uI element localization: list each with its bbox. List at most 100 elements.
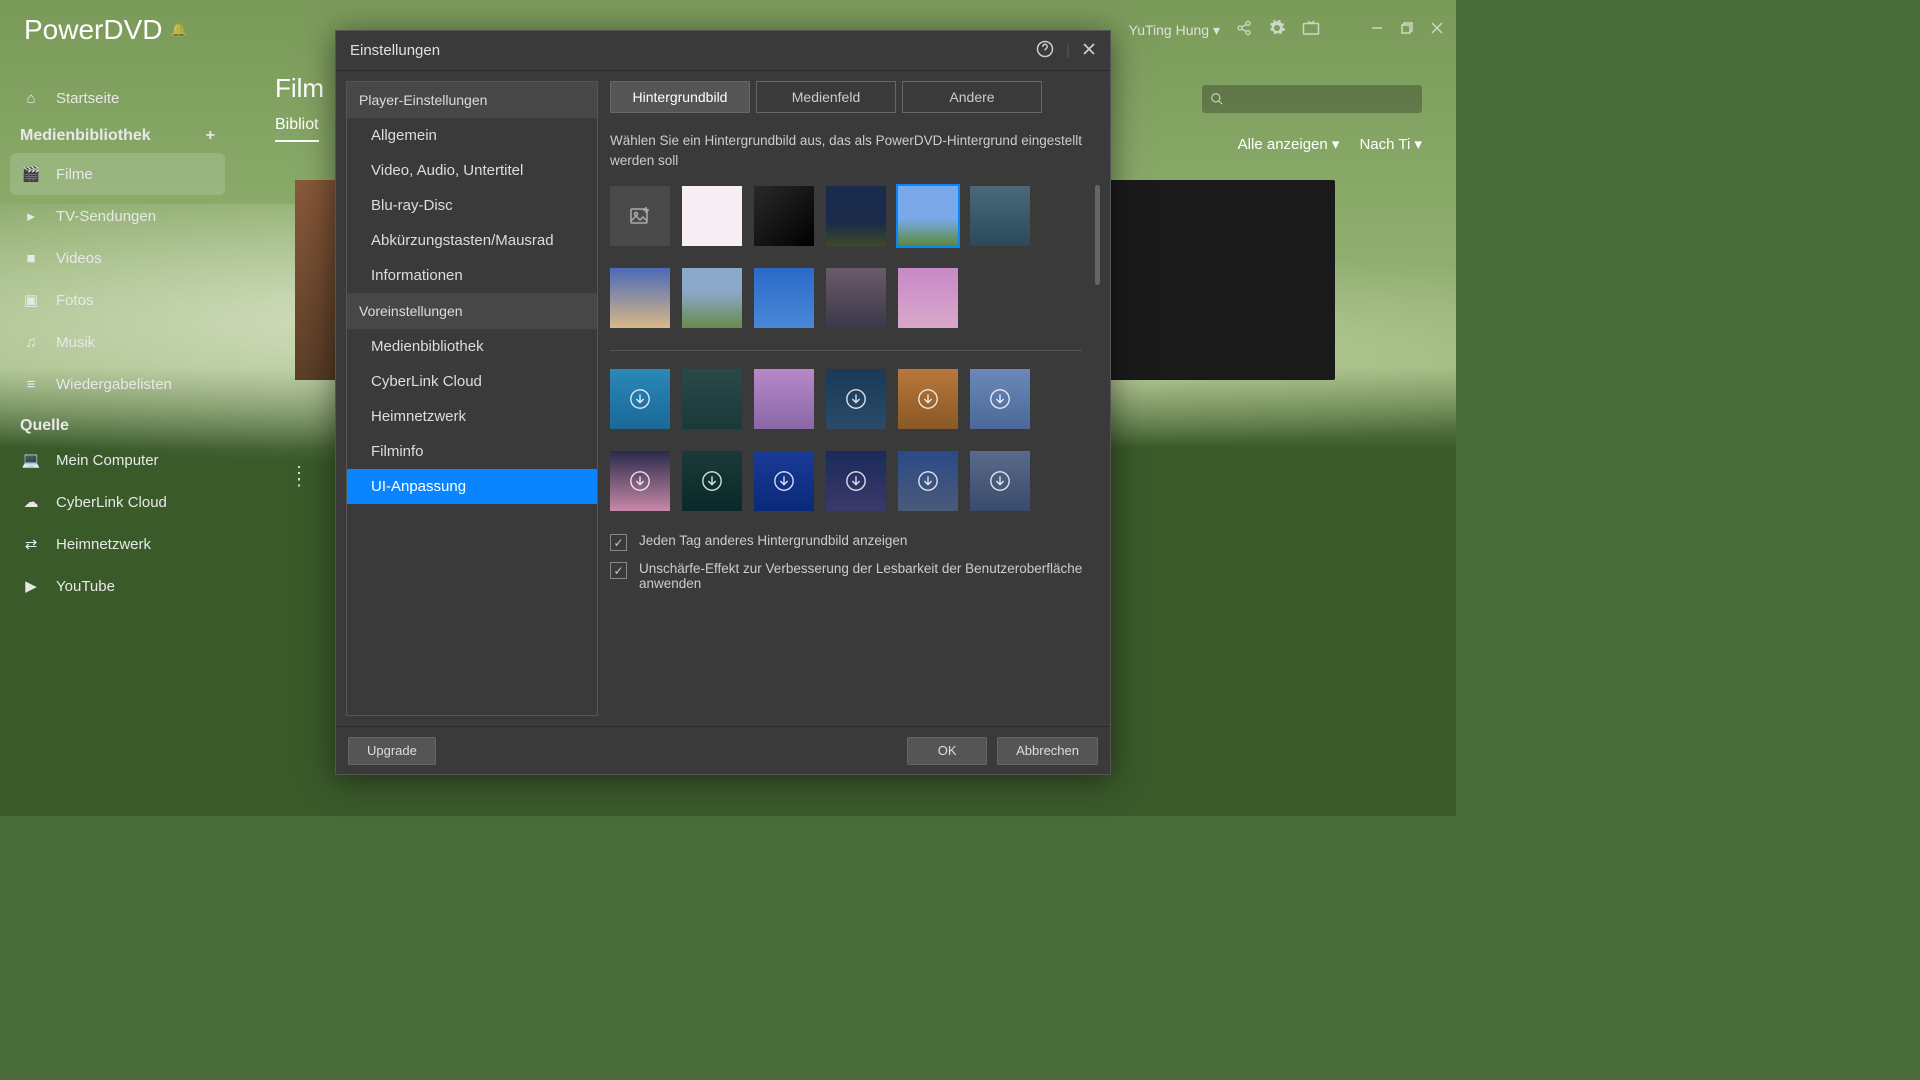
cloud-icon: ☁ [20, 491, 42, 513]
video-icon: ■ [20, 247, 42, 269]
nav-musik[interactable]: ♫Musik [0, 321, 235, 363]
tab-hintergrund[interactable]: Hintergrundbild [610, 81, 750, 113]
wallpaper-thumb[interactable] [754, 451, 814, 511]
wallpaper-row-2 [610, 268, 1084, 328]
side-ui[interactable]: UI-Anpassung [347, 469, 597, 504]
settings-sidebar: Player-Einstellungen Allgemein Video, Au… [346, 81, 598, 716]
wallpaper-desc: Wählen Sie ein Hintergrundbild aus, das … [610, 131, 1084, 170]
wallpaper-thumb[interactable] [898, 186, 958, 246]
wallpaper-row-1 [610, 186, 1084, 246]
nav-homenet[interactable]: ⇄Heimnetzwerk [0, 523, 235, 565]
minimize-icon[interactable] [1370, 21, 1384, 40]
tv-icon[interactable] [1302, 20, 1320, 41]
side-bluray[interactable]: Blu-ray-Disc [347, 188, 597, 223]
side-header-player: Player-Einstellungen [347, 82, 597, 118]
chk-blur-label: Unschärfe-Effekt zur Verbesserung der Le… [639, 561, 1084, 591]
wallpaper-thumb[interactable] [826, 369, 886, 429]
tab-library[interactable]: Bibliot [275, 116, 319, 142]
wallpaper-thumb[interactable] [898, 451, 958, 511]
tab-medienfeld[interactable]: Medienfeld [756, 81, 896, 113]
wallpaper-thumb[interactable] [970, 451, 1030, 511]
nav-filme[interactable]: 🎬Filme [10, 153, 225, 195]
cancel-button[interactable]: Abbrechen [997, 737, 1098, 765]
nav-library-header: Medienbibliothek+ [0, 119, 235, 153]
ok-button[interactable]: OK [907, 737, 987, 765]
playlist-icon: ≡ [20, 373, 42, 395]
wallpaper-thumb[interactable] [970, 369, 1030, 429]
nav-youtube[interactable]: ▶YouTube [0, 565, 235, 607]
wallpaper-thumb[interactable] [610, 369, 670, 429]
youtube-icon: ▶ [20, 575, 42, 597]
bell-icon[interactable]: 🔔 [170, 22, 186, 38]
wallpaper-thumb[interactable] [610, 268, 670, 328]
drag-handle-icon[interactable]: ⋮⋮ [290, 470, 308, 482]
nav-cloud[interactable]: ☁CyberLink Cloud [0, 481, 235, 523]
wallpaper-thumb[interactable] [682, 268, 742, 328]
wallpaper-thumb[interactable] [610, 451, 670, 511]
nav-source-header: Quelle [0, 405, 235, 439]
wallpaper-thumb[interactable] [898, 369, 958, 429]
share-icon[interactable] [1236, 20, 1252, 41]
user-menu[interactable]: YuTing Hung ▾ [1129, 22, 1220, 39]
gear-icon[interactable] [1268, 19, 1286, 42]
side-filminfo[interactable]: Filminfo [347, 434, 597, 469]
photo-icon: ▣ [20, 289, 42, 311]
side-video-audio[interactable]: Video, Audio, Untertitel [347, 153, 597, 188]
wallpaper-thumb[interactable] [682, 451, 742, 511]
side-header-prefs: Voreinstellungen [347, 293, 597, 329]
chk-daily[interactable] [610, 534, 627, 551]
wallpaper-thumb[interactable] [898, 268, 958, 328]
tv-nav-icon: ▸ [20, 205, 42, 227]
tab-andere[interactable]: Andere [902, 81, 1042, 113]
app-logo: PowerDVD [24, 14, 162, 46]
scrollbar[interactable] [1095, 185, 1100, 285]
side-shortcuts[interactable]: Abkürzungstasten/Mausrad [347, 223, 597, 258]
nav-tv[interactable]: ▸TV-Sendungen [0, 195, 235, 237]
wallpaper-thumb[interactable] [826, 186, 886, 246]
nav-playlists[interactable]: ≡Wiedergabelisten [0, 363, 235, 405]
wallpaper-thumb[interactable] [826, 268, 886, 328]
filter-show[interactable]: Alle anzeigen ▾ [1238, 135, 1340, 153]
wallpaper-thumb[interactable] [682, 186, 742, 246]
wallpaper-row-3 [610, 369, 1084, 429]
help-icon[interactable] [1036, 40, 1054, 62]
music-icon: ♫ [20, 331, 42, 353]
wallpaper-thumb[interactable] [970, 186, 1030, 246]
search-icon [1210, 92, 1224, 106]
wallpaper-thumb[interactable] [610, 186, 670, 246]
network-icon: ⇄ [20, 533, 42, 555]
settings-dialog: Einstellungen | Player-Einstellungen All… [335, 30, 1111, 775]
chk-daily-label: Jeden Tag anderes Hintergrundbild anzeig… [639, 533, 907, 548]
search-input[interactable] [1202, 85, 1422, 113]
dialog-title: Einstellungen [350, 42, 440, 59]
sidebar: ⌂Startseite Medienbibliothek+ 🎬Filme ▸TV… [0, 65, 235, 806]
filter-sort[interactable]: Nach Ti ▾ [1359, 135, 1422, 153]
nav-pc[interactable]: 💻Mein Computer [0, 439, 235, 481]
wallpaper-thumb[interactable] [754, 369, 814, 429]
side-cloud[interactable]: CyberLink Cloud [347, 364, 597, 399]
home-icon: ⌂ [20, 87, 42, 109]
maximize-icon[interactable] [1400, 21, 1414, 40]
wallpaper-thumb[interactable] [754, 268, 814, 328]
nav-videos[interactable]: ■Videos [0, 237, 235, 279]
divider [610, 350, 1082, 351]
wallpaper-thumb[interactable] [682, 369, 742, 429]
wallpaper-thumb[interactable] [754, 186, 814, 246]
close-dialog-icon[interactable] [1082, 42, 1096, 60]
laptop-icon: 💻 [20, 449, 42, 471]
side-allgemein[interactable]: Allgemein [347, 118, 597, 153]
upgrade-button[interactable]: Upgrade [348, 737, 436, 765]
side-info[interactable]: Informationen [347, 258, 597, 293]
side-medialib[interactable]: Medienbibliothek [347, 329, 597, 364]
wallpaper-row-4 [610, 451, 1084, 511]
film-icon: 🎬 [20, 163, 42, 185]
chk-blur[interactable] [610, 562, 627, 579]
close-icon[interactable] [1430, 21, 1444, 40]
nav-fotos[interactable]: ▣Fotos [0, 279, 235, 321]
dialog-titlebar: Einstellungen | [336, 31, 1110, 71]
nav-home[interactable]: ⌂Startseite [0, 77, 235, 119]
wallpaper-thumb[interactable] [826, 451, 886, 511]
add-image-icon [628, 204, 652, 228]
side-homenet[interactable]: Heimnetzwerk [347, 399, 597, 434]
add-icon[interactable]: + [206, 127, 215, 145]
